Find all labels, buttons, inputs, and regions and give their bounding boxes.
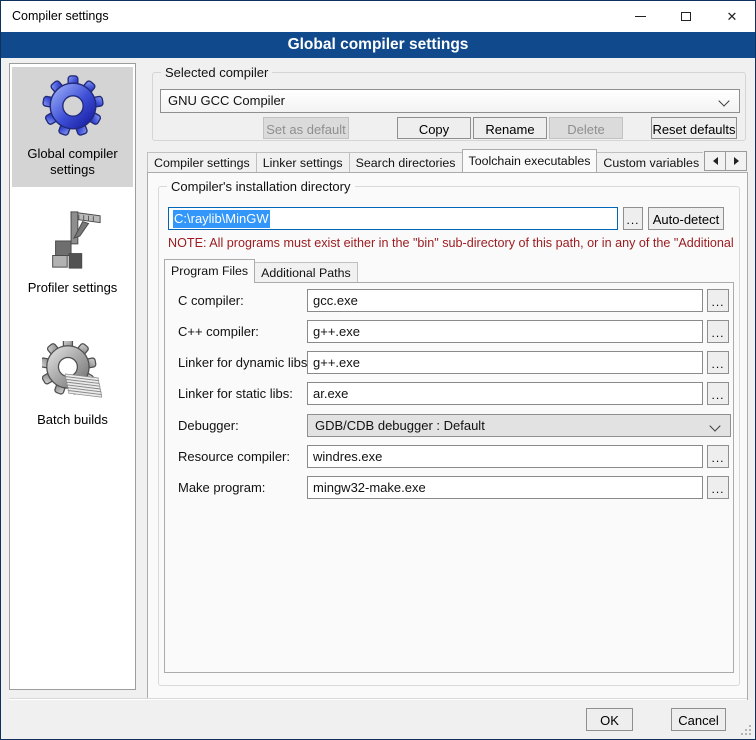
sidebar-item-label: Batch builds <box>14 412 131 428</box>
field-value: g++.exe <box>313 355 360 370</box>
field-row-c-compiler: C compiler: gcc.exe ... <box>165 289 733 312</box>
c-compiler-browse-button[interactable]: ... <box>707 289 729 312</box>
linker-dynamic-browse-button[interactable]: ... <box>707 351 729 374</box>
field-label: C++ compiler: <box>178 324 259 339</box>
selected-compiler-group: Selected compiler GNU GCC Compiler Set a… <box>152 72 746 141</box>
arrow-right-icon <box>734 157 739 165</box>
sidebar-item-global-compiler-settings[interactable]: Global compiler settings <box>12 67 133 187</box>
resize-grip[interactable] <box>741 725 751 735</box>
window-title: Compiler settings <box>12 9 109 23</box>
subtab-program-files[interactable]: Program Files <box>164 259 255 283</box>
browse-directory-button[interactable]: ... <box>623 207 643 230</box>
caption-buttons: ✕ <box>617 1 755 32</box>
resource-compiler-input[interactable]: windres.exe <box>307 445 703 468</box>
toolchain-executables-page: Compiler's installation directory C:\ray… <box>147 172 748 700</box>
group-legend: Selected compiler <box>161 65 272 80</box>
field-row-cpp-compiler: C++ compiler: g++.exe ... <box>165 320 733 343</box>
cancel-button[interactable]: Cancel <box>671 708 726 731</box>
field-label: Make program: <box>178 480 265 495</box>
field-row-linker-dynamic: Linker for dynamic libs: g++.exe ... <box>165 351 733 374</box>
field-value: GDB/CDB debugger : Default <box>315 418 485 433</box>
minimize-button[interactable] <box>617 1 663 32</box>
sidebar-item-label: Global compiler settings <box>14 146 131 178</box>
field-label: Linker for dynamic libs: <box>178 355 311 370</box>
field-value: g++.exe <box>313 324 360 339</box>
gray-gear-stack-icon <box>42 341 104 403</box>
linker-static-input[interactable]: ar.exe <box>307 382 703 405</box>
linker-dynamic-input[interactable]: g++.exe <box>307 351 703 374</box>
close-icon: ✕ <box>727 10 738 23</box>
field-row-linker-static: Linker for static libs: ar.exe ... <box>165 382 733 405</box>
tab-search-directories[interactable]: Search directories <box>349 152 463 172</box>
main-tabbar: Compiler settings Linker settings Search… <box>147 149 703 172</box>
field-label: Debugger: <box>178 418 239 433</box>
field-label: Resource compiler: <box>178 449 290 464</box>
field-value: windres.exe <box>313 449 382 464</box>
cpp-compiler-input[interactable]: g++.exe <box>307 320 703 343</box>
field-value: mingw32-make.exe <box>313 480 426 495</box>
tab-linker-settings[interactable]: Linker settings <box>256 152 350 172</box>
auto-detect-button[interactable]: Auto-detect <box>648 207 724 230</box>
dialog-header: Global compiler settings <box>1 32 755 58</box>
sidebar-item-label: Profiler settings <box>14 280 131 296</box>
program-files-page: C compiler: gcc.exe ... C++ compiler: g+… <box>164 282 734 673</box>
field-row-debugger: Debugger: GDB/CDB debugger : Default <box>165 414 733 437</box>
resource-compiler-browse-button[interactable]: ... <box>707 445 729 468</box>
field-value: gcc.exe <box>313 293 358 308</box>
tab-scroll-right-button[interactable] <box>725 151 747 171</box>
field-value: ar.exe <box>313 386 348 401</box>
make-program-browse-button[interactable]: ... <box>707 476 729 499</box>
installation-directory-group: Compiler's installation directory C:\ray… <box>158 186 740 686</box>
maximize-button[interactable] <box>663 1 709 32</box>
maximize-icon <box>681 12 691 21</box>
compiler-select-value: GNU GCC Compiler <box>168 93 285 108</box>
compiler-settings-dialog: Compiler settings ✕ Global compiler sett… <box>0 0 756 740</box>
c-compiler-input[interactable]: gcc.exe <box>307 289 703 312</box>
ok-button[interactable]: OK <box>586 708 633 731</box>
tab-compiler-settings[interactable]: Compiler settings <box>147 152 257 172</box>
tab-custom-variables[interactable]: Custom variables <box>596 152 703 172</box>
arrow-left-icon <box>713 157 718 165</box>
footer-separator <box>9 698 747 700</box>
tab-scroll-arrows <box>704 151 746 171</box>
installation-directory-input[interactable]: C:\raylib\MinGW <box>168 207 618 230</box>
settings-sidebar: Global compiler settings <box>9 63 136 690</box>
reset-defaults-button[interactable]: Reset defaults <box>651 117 737 139</box>
blue-gear-icon <box>42 75 104 137</box>
rename-button[interactable]: Rename <box>473 117 547 139</box>
caliper-icon <box>42 209 104 271</box>
field-row-make-program: Make program: mingw32-make.exe ... <box>165 476 733 499</box>
set-as-default-button[interactable]: Set as default <box>263 117 349 139</box>
linker-static-browse-button[interactable]: ... <box>707 382 729 405</box>
compiler-select[interactable]: GNU GCC Compiler <box>160 89 740 113</box>
group-legend: Compiler's installation directory <box>167 179 355 194</box>
titlebar[interactable]: Compiler settings ✕ <box>1 1 755 32</box>
page-title: Global compiler settings <box>288 36 469 54</box>
note-text: NOTE: All programs must exist either in … <box>168 236 738 250</box>
subtab-additional-paths[interactable]: Additional Paths <box>254 262 358 283</box>
tab-scroll-left-button[interactable] <box>704 151 726 171</box>
cpp-compiler-browse-button[interactable]: ... <box>707 320 729 343</box>
field-label: C compiler: <box>178 293 244 308</box>
close-button[interactable]: ✕ <box>709 1 755 32</box>
copy-button[interactable]: Copy <box>397 117 471 139</box>
debugger-select[interactable]: GDB/CDB debugger : Default <box>307 414 731 437</box>
field-label: Linker for static libs: <box>178 386 293 401</box>
delete-button[interactable]: Delete <box>549 117 623 139</box>
minimize-icon <box>635 16 646 17</box>
field-row-resource-compiler: Resource compiler: windres.exe ... <box>165 445 733 468</box>
sidebar-item-profiler-settings[interactable]: Profiler settings <box>12 201 133 305</box>
make-program-input[interactable]: mingw32-make.exe <box>307 476 703 499</box>
program-files-tabbar: Program Files Additional Paths <box>164 260 357 283</box>
sidebar-item-batch-builds[interactable]: Batch builds <box>12 333 133 437</box>
selected-text: C:\raylib\MinGW <box>173 210 270 228</box>
tab-toolchain-executables[interactable]: Toolchain executables <box>462 149 598 172</box>
